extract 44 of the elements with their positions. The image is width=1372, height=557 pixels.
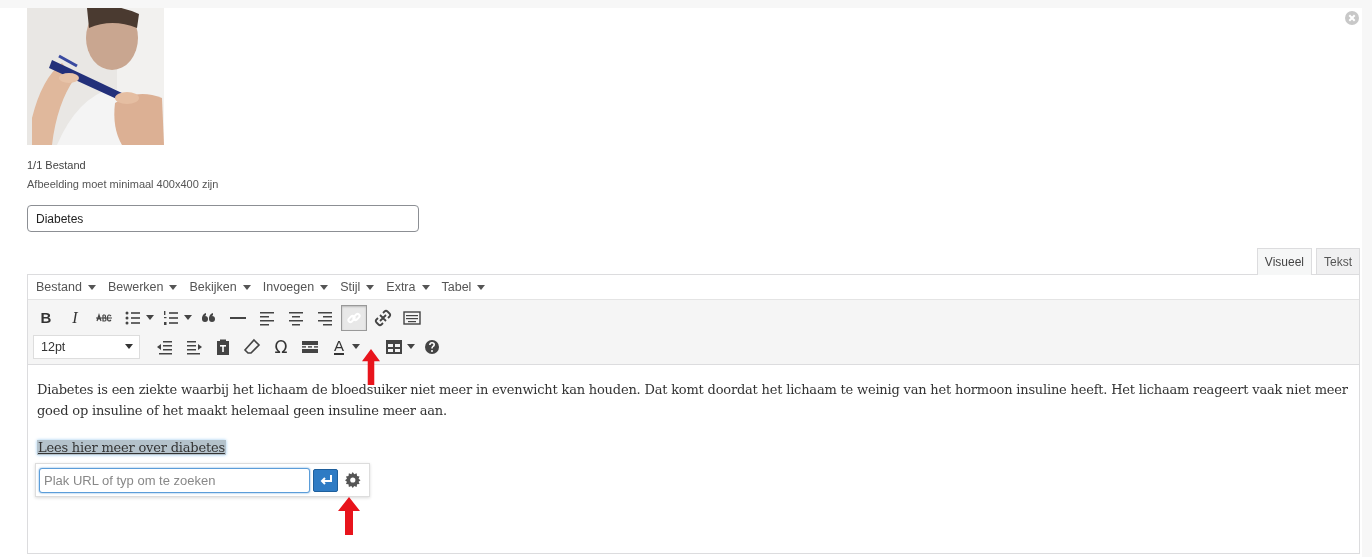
unlink-icon — [374, 308, 392, 327]
editor-tab[interactable]: Tekst — [1316, 248, 1360, 274]
caret-icon — [407, 344, 415, 349]
caret-icon — [421, 284, 430, 290]
caret-icon — [352, 344, 360, 349]
menu-item[interactable]: Bekijken — [185, 280, 255, 294]
title-field[interactable]: Diabetes — [27, 205, 419, 232]
image-size-hint: Afbeelding moet minimaal 400x400 zijn — [27, 177, 220, 192]
selected-link[interactable]: Lees hier meer over diabetes — [37, 440, 226, 455]
keyboard-icon — [403, 308, 421, 327]
pointer-arrow — [338, 497, 360, 535]
editor-tab[interactable]: Visueel — [1256, 248, 1312, 275]
horizontal-line-icon — [230, 316, 246, 319]
caret-icon — [320, 284, 329, 290]
url-field[interactable]: Plak URL of typ om te zoeken — [39, 467, 310, 493]
italic-button[interactable]: I — [62, 304, 88, 331]
body-paragraph: Diabetes is een ziekte waarbij het lichaam de bloedsuiker niet meer in evenwicht kan houden. Dat komt doordat het lichaam te weinig van het hormoon insuline heeft. Het lichaam reageert vaak niet meer goed op insuline of het maakt helemaal geen insuline meer aan. — [37, 381, 1349, 420]
enter-icon — [318, 474, 333, 486]
caret-icon — [146, 315, 154, 320]
menu-item[interactable]: Invoegen — [258, 280, 333, 294]
caret-icon — [477, 284, 486, 290]
settings-icon — [345, 472, 361, 488]
caret-icon — [87, 284, 96, 290]
help-icon — [423, 337, 441, 356]
caret-icon — [184, 315, 192, 320]
menu-item[interactable]: Extra — [382, 280, 434, 294]
menu-item[interactable]: Bestand — [32, 280, 100, 294]
eraser-icon — [243, 337, 261, 356]
symbol-button[interactable]: Ω — [268, 333, 294, 360]
apply-button[interactable] — [313, 468, 338, 492]
menu-item[interactable]: Tabel — [437, 280, 490, 294]
text-color-button[interactable]: A — [326, 333, 352, 360]
caret-icon — [169, 284, 178, 290]
caret-icon — [366, 284, 375, 290]
bold-button[interactable]: B — [33, 304, 59, 331]
font-size-select[interactable]: 12pt — [33, 334, 140, 359]
caret-icon — [125, 344, 133, 349]
menu-item[interactable]: Stijl — [336, 280, 379, 294]
table-icon — [385, 337, 403, 356]
caret-icon — [242, 284, 251, 290]
menu-item[interactable]: Bewerken — [103, 280, 182, 294]
numbered-list-icon — [162, 308, 180, 327]
clipboard-icon — [214, 337, 232, 356]
file-count: 1/1 Bestand — [27, 158, 87, 173]
